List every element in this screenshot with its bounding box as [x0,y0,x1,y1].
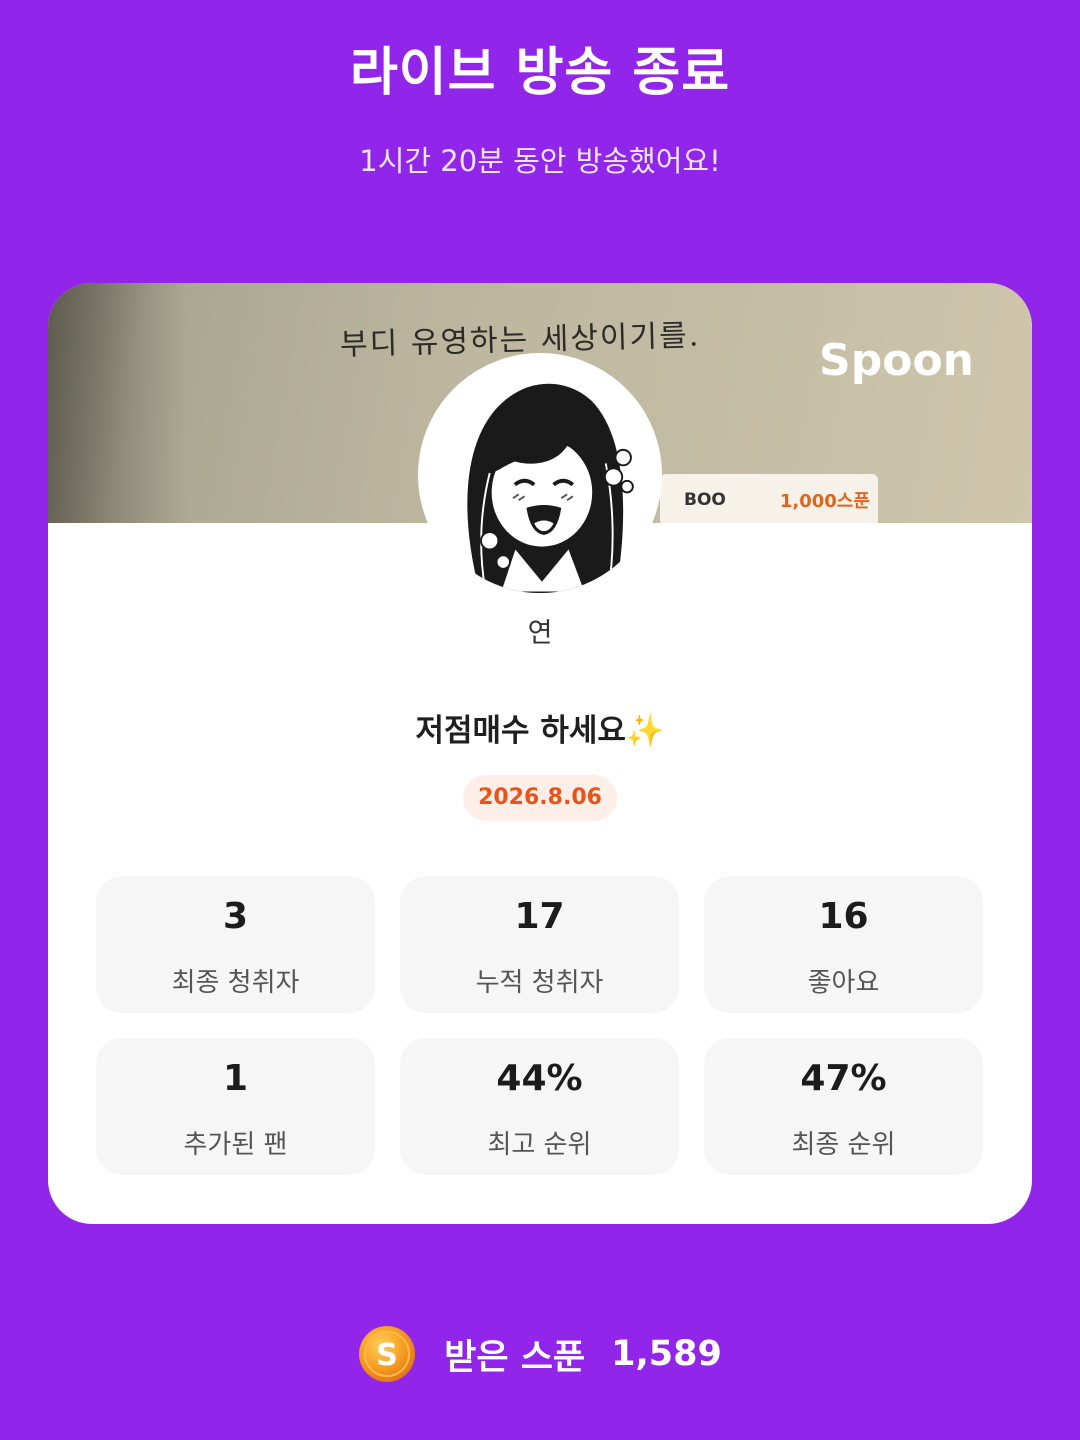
broadcast-summary-card: 부디 유영하는 세상이기를. Spoon BOO 1,000스푼 연 저점매수 … [48,283,1032,1224]
broadcast-date-badge: 2026.8.06 [463,775,617,821]
stat-likes: 16 좋아요 [704,876,983,1013]
stat-value: 1 [222,1058,249,1099]
stat-value: 3 [222,896,249,937]
dj-nickname: 연 [527,618,553,649]
spoon-logo: Spoon [819,335,974,386]
broadcast-title: 저점매수 하세요✨ [415,713,665,749]
received-spoons-label: 받은 스푼 [444,1337,586,1378]
stat-new-fans: 1 추가된 팬 [96,1038,375,1175]
stat-label: 최고 순위 [487,1130,592,1160]
stat-label: 최종 청취자 [171,968,300,998]
broadcast-duration: 1시간 20분 동안 방송했어요! [359,144,721,178]
stat-value: 16 [818,896,869,937]
page-title: 라이브 방송 종료 [349,43,731,103]
banner-tag-amount: 1,000스푼 [779,491,870,512]
stat-final-rank: 47% 최종 순위 [704,1038,983,1175]
stat-best-rank: 44% 최고 순위 [400,1038,679,1175]
stat-final-listeners: 3 최종 청취자 [96,876,375,1013]
stat-total-listeners: 17 누적 청취자 [400,876,679,1013]
avatar[interactable] [418,353,662,597]
broadcast-end-screen: 라이브 방송 종료 1시간 20분 동안 방송했어요! 부디 유영하는 세상이기… [0,0,1080,1440]
received-spoons: S 받은 스푼 1,589 [0,1322,1080,1386]
banner-tag-user: BOO [684,490,726,510]
stat-label: 추가된 팬 [183,1130,288,1160]
stat-value: 17 [514,896,565,937]
stat-label: 최종 순위 [791,1130,896,1160]
stat-label: 누적 청취자 [475,968,604,998]
stat-label: 좋아요 [807,968,880,998]
banner-shadow [48,283,188,523]
avatar-illustration [422,357,658,593]
spoon-coin-icon: S [359,1326,416,1382]
stat-value: 47% [800,1058,887,1099]
banner-donation-tag: BOO 1,000스푼 [660,474,878,523]
stat-value: 44% [496,1058,583,1099]
received-spoons-value: 1,589 [611,1334,722,1374]
coin-letter: S [376,1338,398,1373]
